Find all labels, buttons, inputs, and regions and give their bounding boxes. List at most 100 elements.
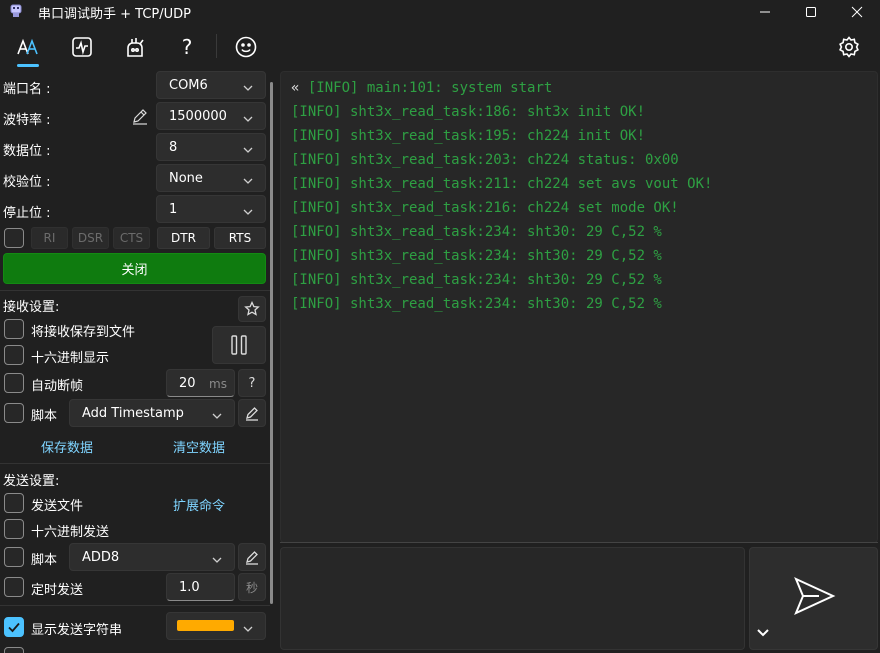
hex-display-label: 十六进制显示 [31, 351, 110, 366]
receive-script-label: 脚本 [31, 409, 58, 424]
chevron-down-icon [243, 205, 253, 215]
help-icon[interactable]: ? [174, 34, 200, 60]
log-line: [INFO] sht3x_read_task:234: sht30: 29 C,… [291, 224, 662, 240]
stopbits-select[interactable]: 1 [156, 195, 266, 223]
auto-frame-unit: ms [209, 377, 227, 391]
gear-icon[interactable] [836, 34, 862, 60]
window-title: 串口调试助手 + TCP/UDP [38, 7, 191, 22]
save-data-link[interactable]: 保存数据 [41, 437, 93, 456]
parity-select[interactable]: None [156, 164, 266, 192]
chevron-down-icon [243, 174, 253, 184]
stopbits-value: 1 [169, 201, 178, 217]
chevron-down-icon [212, 409, 222, 419]
send-script-select[interactable]: ADD8 [69, 543, 235, 571]
timed-send-unit: 秒 [238, 573, 266, 601]
divider [0, 290, 270, 291]
title-bar[interactable]: 串口调试助手 + TCP/UDP [0, 0, 880, 24]
send-icon [794, 577, 836, 615]
pen-icon [246, 551, 258, 565]
log-text: [INFO] sht3x_read_task:186: sht3x init O… [291, 104, 646, 120]
auto-frame-help-button[interactable]: ? [238, 369, 266, 397]
log-line: [INFO] sht3x_read_task:203: ch224 status… [291, 152, 679, 168]
edit-send-script-button[interactable] [238, 543, 266, 571]
log-text: [INFO] sht3x_read_task:211: ch224 set av… [291, 176, 713, 192]
send-script-checkbox[interactable] [4, 547, 24, 567]
smiley-icon[interactable] [233, 34, 259, 60]
show-send-string-checkbox[interactable] [4, 617, 24, 637]
pins-checkbox[interactable] [4, 228, 24, 248]
chevron-down-icon [243, 81, 253, 91]
dtr-toggle[interactable]: DTR [157, 227, 210, 249]
waveform-icon[interactable] [69, 34, 95, 60]
serial-tool-icon[interactable] [15, 34, 41, 60]
stopbits-label: 停止位 : [3, 206, 51, 221]
toolbar-separator [216, 34, 217, 58]
receive-script-value: Add Timestamp [82, 405, 184, 421]
log-line: [INFO] sht3x_read_task:211: ch224 set av… [291, 176, 712, 192]
hex-send-checkbox[interactable] [4, 519, 24, 539]
pause-icon [231, 335, 247, 355]
edit-receive-script-button[interactable] [238, 399, 266, 427]
log-text: [INFO] main:101: system start [307, 80, 553, 96]
close-window-button[interactable] [834, 0, 880, 24]
receive-console[interactable]: « [INFO] main:101: system start [INFO] sh… [280, 71, 878, 543]
timed-send-checkbox[interactable] [4, 577, 24, 597]
selected-tab-indicator [17, 64, 39, 67]
log-text: [INFO] sht3x_read_task:216: ch224 set mo… [291, 200, 679, 216]
chart-tool-icon[interactable] [122, 34, 148, 60]
log-text: [INFO] sht3x_read_task:234: sht30: 29 C,… [291, 272, 662, 288]
parity-value: None [169, 170, 203, 186]
send-input[interactable] [280, 547, 745, 650]
receive-settings-header: 接收设置: [3, 300, 60, 315]
console-splitter[interactable] [280, 542, 878, 543]
clear-data-link[interactable]: 清空数据 [173, 437, 225, 456]
baud-label: 波特率 : [3, 113, 51, 128]
log-line: [INFO] sht3x_read_task:234: sht30: 29 C,… [291, 296, 662, 312]
auto-frame-label: 自动断帧 [31, 379, 84, 394]
pin-ri: RI [31, 227, 68, 249]
favorite-button[interactable] [238, 296, 266, 322]
log-line: [INFO] sht3x_read_task:234: sht30: 29 C,… [291, 272, 662, 288]
divider [0, 463, 270, 464]
chevron-down-icon [212, 553, 222, 563]
port-select[interactable]: COM6 [156, 71, 266, 99]
edit-baud-icon[interactable] [131, 106, 149, 126]
hex-display-checkbox[interactable] [4, 345, 24, 365]
timed-send-value: 1.0 [179, 579, 200, 595]
pause-button[interactable] [212, 326, 266, 364]
send-button[interactable] [749, 547, 878, 650]
maximize-button[interactable] [788, 0, 834, 24]
send-file-checkbox[interactable] [4, 493, 24, 513]
pin-dsr: DSR [72, 227, 109, 249]
rts-toggle[interactable]: RTS [214, 227, 266, 249]
port-value: COM6 [169, 77, 208, 93]
baud-select[interactable]: 1500000 [156, 102, 266, 130]
port-label: 端口名 : [3, 82, 51, 97]
auto-frame-input[interactable]: 20 ms [166, 369, 235, 397]
more-option-checkbox[interactable] [4, 647, 24, 653]
databits-select[interactable]: 8 [156, 133, 266, 161]
star-icon [244, 301, 260, 316]
save-to-file-label: 将接收保存到文件 [31, 325, 136, 340]
divider [0, 605, 270, 606]
left-panel-scrollbar[interactable] [270, 82, 273, 604]
extend-command-link[interactable]: 扩展命令 [173, 495, 225, 514]
databits-value: 8 [169, 139, 178, 155]
auto-frame-checkbox[interactable] [4, 373, 24, 393]
minimize-button[interactable] [742, 0, 788, 24]
show-send-string-label: 显示发送字符串 [31, 623, 123, 638]
app-icon [8, 3, 24, 19]
receive-script-checkbox[interactable] [4, 403, 24, 423]
timed-send-label: 定时发送 [31, 583, 84, 598]
receive-script-select[interactable]: Add Timestamp [69, 399, 235, 427]
checkmark-icon [8, 622, 20, 633]
close-port-button[interactable]: 关闭 [3, 253, 266, 284]
color-swatch [177, 620, 234, 631]
chevron-down-icon [243, 622, 253, 632]
log-text: [INFO] sht3x_read_task:195: ch224 init O… [291, 128, 646, 144]
send-settings-header: 发送设置: [3, 474, 60, 489]
send-script-label: 脚本 [31, 553, 58, 568]
timed-send-input[interactable]: 1.0 [166, 573, 235, 601]
save-to-file-checkbox[interactable] [4, 319, 24, 339]
pin-cts: CTS [113, 227, 150, 249]
